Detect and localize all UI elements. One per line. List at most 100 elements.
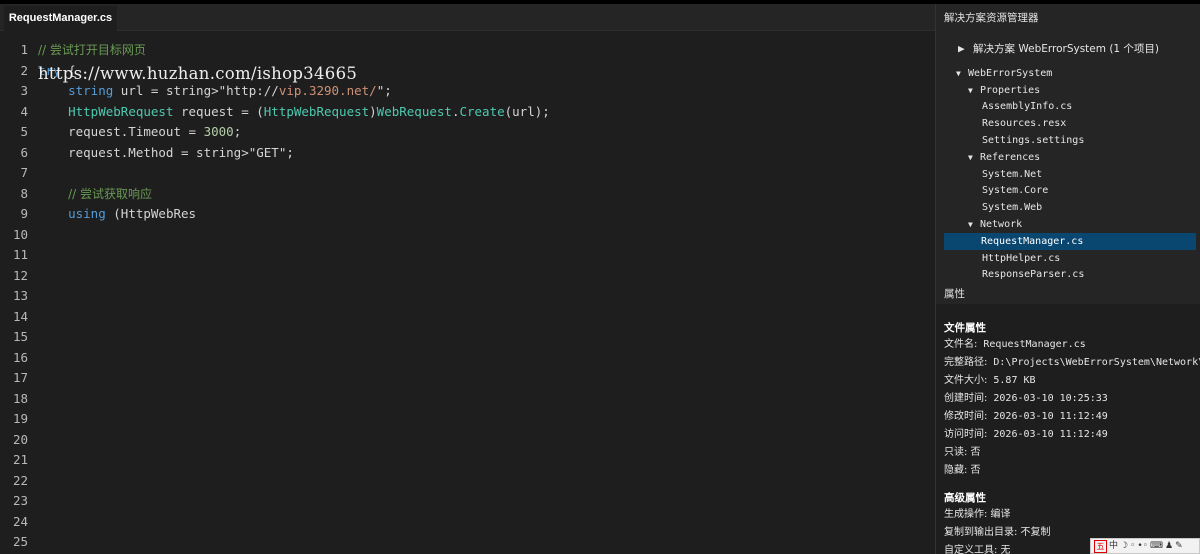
code-line[interactable]: 7 bbox=[0, 163, 935, 183]
tree-project[interactable]: ▼ WebErrorSystem bbox=[956, 65, 1052, 82]
file-properties-section: 文件属性 bbox=[944, 322, 986, 334]
ime-toolbar[interactable]: 五中 ☽ ◦ •◦ ⌨ ♟ ✎ bbox=[1090, 538, 1200, 554]
code-line[interactable]: 25 bbox=[0, 532, 935, 552]
tree-solution[interactable]: ▶ 解决方案 WebErrorSystem (1 个项目) bbox=[958, 40, 1159, 57]
line-number: 8 bbox=[20, 185, 28, 201]
tree-ref-system-core[interactable]: System.Core bbox=[982, 182, 1048, 199]
code-line[interactable]: 3 string url = string>"http://vip.3290.n… bbox=[0, 81, 935, 101]
code-token-num: 3000 bbox=[203, 124, 234, 139]
line-number: 21 bbox=[12, 452, 28, 467]
code-line[interactable]: 10 bbox=[0, 225, 935, 245]
advanced-properties-section: 高级属性 bbox=[944, 492, 986, 504]
property-value: RequestManager.cs bbox=[977, 339, 1086, 350]
line-number: 2 bbox=[20, 62, 28, 78]
code-line[interactable]: 9 using (HttpWebRes bbox=[0, 204, 935, 224]
editor-tab-bar: RequestManager.cs bbox=[0, 4, 935, 31]
code-line[interactable]: 17 bbox=[0, 368, 935, 388]
code-line[interactable]: 13 bbox=[0, 286, 935, 306]
tree-file-httphelper[interactable]: HttpHelper.cs bbox=[982, 250, 1060, 267]
code-line[interactable]: 12 bbox=[0, 266, 935, 286]
solution-explorer-title: 解决方案资源管理器 bbox=[944, 12, 1039, 24]
line-number: 5 bbox=[20, 124, 28, 139]
chevron-right-icon[interactable]: ▶ bbox=[958, 40, 973, 57]
code-line[interactable]: 15 bbox=[0, 327, 935, 347]
code-line[interactable]: 11 bbox=[0, 245, 935, 265]
code-line[interactable]: 23 bbox=[0, 491, 935, 511]
line-number: 15 bbox=[12, 329, 28, 344]
line-number: 25 bbox=[12, 534, 28, 549]
code-token-comment: // 尝试打开目标网页 bbox=[38, 43, 146, 57]
code-line[interactable]: 6 request.Method = string>"GET"; bbox=[0, 143, 935, 163]
code-editor[interactable]: RequestManager.cs 1// 尝试打开目标网页 2 try {3 st… bbox=[0, 4, 935, 554]
property-key: 文件大小: bbox=[944, 375, 988, 386]
code-line[interactable]: 24 bbox=[0, 512, 935, 532]
code-line[interactable]: 22 bbox=[0, 471, 935, 491]
code-line[interactable]: 19 bbox=[0, 409, 935, 429]
line-number: 13 bbox=[12, 288, 28, 303]
chevron-down-icon[interactable]: ▼ bbox=[956, 65, 968, 82]
tree-node-label: Settings.settings bbox=[982, 135, 1085, 146]
code-line[interactable]: 8 // 尝试获取响应 bbox=[0, 184, 935, 204]
tree-ref-system-net[interactable]: System.Net bbox=[982, 166, 1042, 183]
property-key: 只读: bbox=[944, 447, 968, 458]
tree-file-resources[interactable]: Resources.resx bbox=[982, 115, 1066, 132]
ime-logo-icon[interactable]: 五 bbox=[1094, 539, 1107, 553]
ime-dot-icon[interactable]: •◦ bbox=[1137, 539, 1148, 553]
tree-folder-references[interactable]: ▼ References bbox=[968, 149, 1040, 166]
code-line[interactable]: 1 // 尝试打开目标网页 bbox=[0, 40, 935, 60]
code-line[interactable]: 16 bbox=[0, 348, 935, 368]
property-key: 修改时间: bbox=[944, 411, 988, 422]
property-key: 创建时间: bbox=[944, 393, 988, 404]
ime-tool-icon[interactable]: ✎ bbox=[1175, 539, 1183, 553]
tree-node-label: System.Core bbox=[982, 185, 1049, 197]
property-value: 否 bbox=[967, 447, 981, 458]
tree-file-responseparser[interactable]: ResponseParser.cs bbox=[982, 266, 1084, 283]
code-token-type: HttpWebRequest bbox=[68, 103, 174, 119]
chevron-down-icon[interactable]: ▼ bbox=[968, 149, 980, 166]
chevron-down-icon[interactable]: ▼ bbox=[968, 216, 980, 233]
ime-keyboard-icon[interactable]: ⌨ bbox=[1150, 539, 1163, 553]
code-token-plain: request = ( bbox=[173, 103, 264, 119]
property-key: 隐藏: bbox=[944, 465, 968, 476]
ime-moon-icon[interactable]: ☽ bbox=[1120, 539, 1128, 553]
tree-node-label: Resources.resx bbox=[982, 118, 1067, 130]
line-number: 7 bbox=[20, 165, 28, 180]
tree-node-label: AssemblyInfo.cs bbox=[982, 101, 1073, 113]
code-line[interactable]: 18 bbox=[0, 389, 935, 409]
property-row: 文件名: RequestManager.cs bbox=[944, 337, 1086, 353]
property-key: 复制到输出目录: bbox=[944, 527, 1018, 538]
code-line[interactable]: 14 bbox=[0, 307, 935, 327]
tab-requestmanager[interactable]: RequestManager.cs bbox=[4, 6, 117, 31]
code-token-plain: url = string>"http:// bbox=[113, 83, 279, 98]
ime-punctuation-icon[interactable]: ◦ bbox=[1130, 539, 1135, 553]
tree-folder-network[interactable]: ▼ Network bbox=[968, 216, 1022, 233]
code-token-comment: // 尝试获取响应 bbox=[68, 186, 153, 201]
code-line[interactable]: 21 bbox=[0, 450, 935, 470]
chevron-down-icon[interactable]: ▼ bbox=[968, 82, 980, 99]
line-number: 11 bbox=[12, 247, 28, 262]
ime-chinese-mode-icon[interactable]: 中 bbox=[1109, 539, 1118, 553]
tree-file-requestmanager[interactable]: RequestManager.cs bbox=[944, 232, 1196, 250]
ime-user-icon[interactable]: ♟ bbox=[1165, 539, 1173, 553]
property-value: 编译 bbox=[987, 509, 1011, 520]
code-line[interactable]: 4 HttpWebRequest request = (HttpWebReque… bbox=[0, 102, 935, 122]
tree-file-assemblyinfo[interactable]: AssemblyInfo.cs bbox=[982, 98, 1072, 115]
code-text: try { bbox=[38, 61, 76, 81]
tree-ref-system-web[interactable]: System.Web bbox=[982, 199, 1042, 216]
code-area[interactable]: 1// 尝试打开目标网页 2 try {3 string url = string>… bbox=[0, 40, 935, 554]
tree-folder-properties[interactable]: ▼ Properties bbox=[968, 82, 1040, 99]
line-number: 24 bbox=[12, 513, 28, 529]
property-row: 访问时间: 2026-03-10 11:12:49 bbox=[944, 427, 1108, 443]
line-number: 17 bbox=[12, 370, 28, 385]
property-row: 生成操作: 编译 bbox=[944, 507, 1011, 523]
code-line[interactable]: 20 bbox=[0, 430, 935, 450]
property-value: D:\Projects\WebErrorSystem\Network\ bbox=[987, 357, 1200, 368]
code-token-key: try bbox=[38, 62, 61, 78]
code-line[interactable]: 2 try { bbox=[0, 61, 935, 81]
tree-file-settings[interactable]: Settings.settings bbox=[982, 132, 1084, 149]
line-number: 4 bbox=[20, 103, 28, 119]
line-number: 12 bbox=[12, 267, 28, 283]
code-text: using (HttpWebRes bbox=[38, 204, 196, 224]
code-line[interactable]: 5 request.Timeout = 3000; bbox=[0, 122, 935, 142]
